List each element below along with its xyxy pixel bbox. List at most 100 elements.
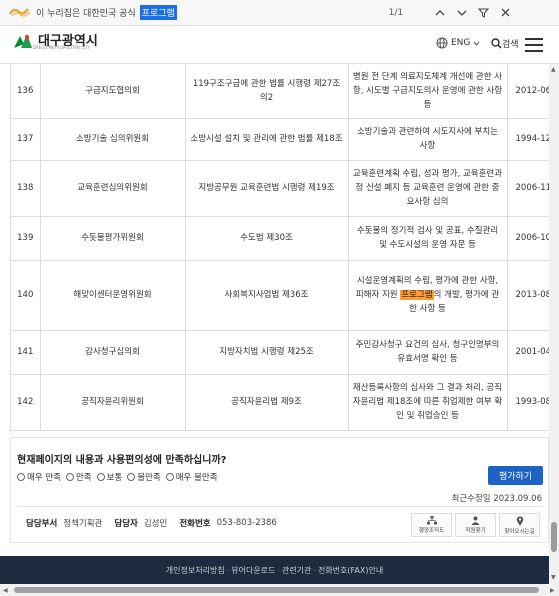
table-row: 140 해맞이센터운영위원회 사회복지사업법 제36조 시설운영계획의 수립, … bbox=[11, 260, 549, 331]
radio-dissatisfied[interactable]: 불만족 bbox=[127, 471, 161, 483]
find-next-button[interactable] bbox=[453, 4, 471, 22]
table-row: 139 수돗물평가위원회 수도법 제30조 수돗물의 정기적 검사 및 공표, … bbox=[11, 216, 549, 261]
find-input[interactable]: 프로그램 bbox=[139, 5, 290, 21]
phone-label: 전화번호 bbox=[179, 518, 211, 529]
site-footer: 개인정보처리방침 · 뷰어다운로드 · 관련기관 · 전화번호(FAX)안내 bbox=[0, 556, 549, 584]
vertical-scroll-thumb[interactable] bbox=[551, 522, 557, 552]
committee-table: 136 구급지도협의회 119구조구급에 관한 법률 시행령 제27조의2 병원… bbox=[10, 64, 549, 431]
search-button[interactable]: 검색 bbox=[491, 37, 519, 50]
table-row: 137 소방기술 심의위원회 소방시설 설치 및 관리에 관한 법률 제18조 … bbox=[11, 118, 549, 161]
legal-basis: 수도법 제30조 bbox=[185, 216, 349, 261]
find-count: 1/1 bbox=[388, 7, 404, 18]
date: 2006-11 bbox=[507, 160, 549, 217]
function: 교육훈련계획 수립, 성과 평가, 교육훈련과정 신설 폐지 등 교육훈련 운영… bbox=[348, 160, 508, 217]
table-row: 136 구급지도협의회 119구조구급에 관한 법률 시행령 제27조의2 병원… bbox=[11, 64, 549, 119]
quick-link-label: 직원찾기 bbox=[465, 528, 486, 534]
globe-icon bbox=[436, 37, 448, 49]
date: 2013-08 bbox=[507, 260, 549, 331]
legal-basis: 소방시설 설치 및 관리에 관한 법률 제18조 bbox=[185, 118, 349, 161]
quick-links: 행정조직도 직원찾기 찾아오시는길 bbox=[408, 513, 540, 537]
footer-separator: · bbox=[277, 565, 280, 575]
dept-label: 담당부서 bbox=[26, 518, 58, 529]
hamburger-menu-icon[interactable] bbox=[525, 38, 543, 52]
survey-options: 매우 만족 만족 보통 불만족 매우 불만족 bbox=[17, 471, 223, 483]
language-selector[interactable]: ENG bbox=[436, 37, 480, 49]
radio-very-satisfied[interactable]: 매우 만족 bbox=[17, 471, 61, 483]
radio-satisfied[interactable]: 만족 bbox=[65, 471, 92, 483]
footer-link-privacy[interactable]: 개인정보처리방침 bbox=[166, 565, 225, 576]
row-number: 137 bbox=[11, 118, 41, 161]
directions-button[interactable]: 찾아오시는길 bbox=[499, 513, 540, 537]
committee-name: 해맞이센터운영위원회 bbox=[40, 260, 186, 331]
date: 2001-04 bbox=[507, 330, 549, 375]
vertical-scrollbar[interactable]: ▲ ▼ bbox=[549, 64, 559, 584]
last-modified: 최근수정일 2023.09.06 bbox=[451, 494, 542, 504]
function: 재산등록사항의 심사와 그 결과 처리, 공직자윤리법 제18조에 따른 취업제… bbox=[348, 374, 508, 431]
scroll-down-icon[interactable]: ▼ bbox=[551, 574, 556, 581]
search-icon bbox=[491, 38, 502, 49]
filter-icon[interactable] bbox=[475, 4, 493, 22]
find-prev-button[interactable] bbox=[431, 4, 449, 22]
contact-info: 담당부서 정책기획관 담당자 김성민 전화번호 053-803-2386 행정조… bbox=[18, 506, 542, 538]
dept-value: 정책기획관 bbox=[63, 518, 103, 529]
function: 주민감사청구 요건의 심사, 청구인명부의 유효서명 확인 등 bbox=[348, 330, 508, 375]
legal-basis: 공직자윤리법 제9조 bbox=[185, 374, 349, 431]
committee-name: 소방기술 심의위원회 bbox=[40, 118, 186, 161]
footer-link-viewer[interactable]: 뷰어다운로드 bbox=[231, 565, 275, 576]
committee-name: 감사청구심의회 bbox=[40, 330, 186, 375]
org-chart-button[interactable]: 행정조직도 bbox=[411, 513, 452, 537]
option-label: 불만족 bbox=[137, 473, 161, 483]
close-icon[interactable] bbox=[497, 4, 515, 22]
map-pin-icon bbox=[516, 515, 523, 526]
row-number: 138 bbox=[11, 160, 41, 217]
row-number: 140 bbox=[11, 260, 41, 331]
radio-icon[interactable] bbox=[127, 473, 136, 481]
legal-basis: 119구조구급에 관한 법률 시행령 제27조의2 bbox=[185, 64, 349, 119]
horizontal-scroll-thumb[interactable] bbox=[14, 587, 539, 593]
language-label: ENG bbox=[451, 38, 471, 48]
person-value: 김성민 bbox=[143, 518, 168, 529]
date: 2012-06 bbox=[507, 64, 549, 119]
radio-very-dissatisfied[interactable]: 매우 불만족 bbox=[165, 471, 218, 483]
find-bar: 이 누리집은 대한민국 공식 프로그램 1/1 bbox=[0, 0, 559, 26]
scroll-up-icon[interactable]: ▲ bbox=[551, 66, 556, 73]
table-row: 138 교육훈련심의위원회 지방공무원 교육훈련법 시행령 제19조 교육훈련계… bbox=[11, 160, 549, 217]
footer-separator: · bbox=[226, 565, 230, 575]
search-label: 검색 bbox=[502, 40, 519, 50]
search-match-highlight: 프로그램 bbox=[400, 290, 434, 300]
radio-icon[interactable] bbox=[17, 473, 25, 481]
horizontal-scrollbar[interactable]: ◀ ▶ bbox=[0, 584, 559, 596]
date: 1993-08 bbox=[507, 374, 549, 431]
legal-basis: 사회복지사업법 제36조 bbox=[185, 260, 349, 331]
person-label: 담당자 bbox=[114, 518, 138, 529]
radio-neutral[interactable]: 보통 bbox=[96, 471, 122, 483]
staff-search-button[interactable]: 직원찾기 bbox=[455, 513, 496, 537]
committee-name: 교육훈련심의위원회 bbox=[40, 160, 186, 217]
table-row: 142 공직자윤리위원회 공직자윤리법 제9조 재산등록사항의 심사와 그 결과… bbox=[11, 374, 549, 431]
function: 시설운영계획의 수립, 평가에 관한 사항, 피해자 지원 프로그램의 개발, … bbox=[348, 260, 508, 331]
org-chart-icon bbox=[426, 516, 437, 525]
committee-name: 구급지도협의회 bbox=[40, 64, 186, 119]
person-icon bbox=[471, 516, 480, 525]
radio-icon[interactable] bbox=[65, 473, 74, 481]
satisfaction-survey: 현재페이지의 내용과 사용편의성에 만족하십니까? 매우 만족 만족 보통 불만… bbox=[10, 437, 549, 543]
legal-basis: 지방자치법 시행령 제25조 bbox=[185, 330, 349, 375]
quick-link-label: 찾아오시는길 bbox=[504, 528, 535, 535]
footer-link-agencies[interactable]: 관련기관 bbox=[282, 565, 311, 576]
site-header: 대구광역시 DAEGU METROPOLITAN CITY ENG 검색 bbox=[0, 26, 559, 64]
function: 수돗물의 정기적 검사 및 공표, 수질관리 및 수도시설의 운영 자문 등 bbox=[348, 216, 508, 261]
function: 소방기술과 관련하여 시도지사에 부치는 사항 bbox=[348, 118, 508, 161]
date: 1994-12 bbox=[507, 118, 549, 161]
phone-value: 053-803-2386 bbox=[216, 517, 277, 528]
scroll-right-icon[interactable]: ▶ bbox=[550, 587, 555, 594]
footer-link-phone[interactable]: 전화번호(FAX)안내 bbox=[318, 565, 383, 576]
submit-rating-button[interactable]: 평가하기 bbox=[488, 466, 543, 485]
radio-icon[interactable] bbox=[165, 473, 174, 481]
option-label: 매우 만족 bbox=[27, 473, 61, 483]
row-number: 142 bbox=[11, 374, 41, 431]
scroll-left-icon[interactable]: ◀ bbox=[3, 587, 8, 594]
table-row: 141 감사청구심의회 지방자치법 시행령 제25조 주민감사청구 요건의 심사… bbox=[11, 330, 549, 375]
daegu-logo-icon bbox=[14, 34, 32, 48]
row-number: 141 bbox=[11, 330, 41, 375]
radio-icon[interactable] bbox=[96, 473, 105, 481]
